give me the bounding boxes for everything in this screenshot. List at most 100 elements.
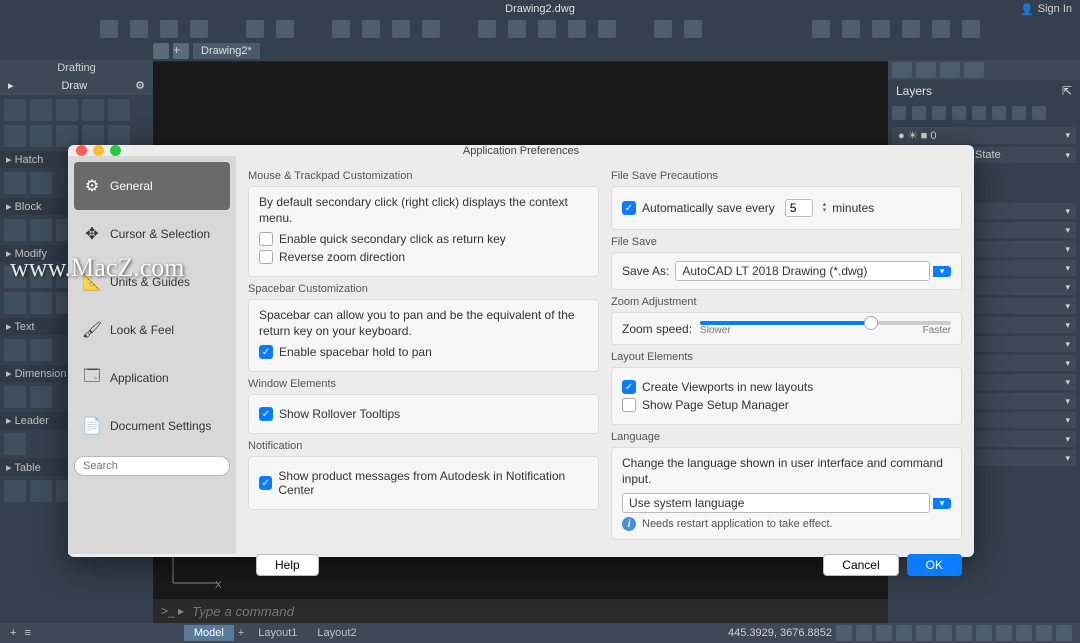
trim-icon[interactable]	[4, 292, 26, 314]
tool-e-icon[interactable]	[932, 20, 950, 38]
layer-tool-icon[interactable]	[892, 106, 906, 120]
rectangle-icon[interactable]	[82, 99, 104, 121]
plot-icon[interactable]	[362, 20, 380, 38]
draw-section[interactable]: Draw	[61, 80, 87, 92]
otrack-icon[interactable]	[916, 625, 932, 641]
mtext-icon[interactable]	[4, 339, 26, 361]
tool-d-icon[interactable]	[902, 20, 920, 38]
open-icon[interactable]	[130, 20, 148, 38]
spacebar-hold-checkbox[interactable]: ✓	[259, 345, 273, 359]
osnap-icon[interactable]	[896, 625, 912, 641]
line-icon[interactable]	[4, 99, 26, 121]
autosave-minutes-input[interactable]	[785, 199, 813, 217]
point-icon[interactable]	[56, 125, 78, 147]
xline-icon[interactable]	[108, 125, 130, 147]
cancel-button[interactable]: Cancel	[823, 554, 898, 576]
tool-f-icon[interactable]	[962, 20, 980, 38]
layer-tool-icon[interactable]	[972, 106, 986, 120]
save-format-select[interactable]: AutoCAD LT 2018 Drawing (*.dwg)	[675, 261, 930, 281]
layout-menu-icon[interactable]: ≡	[24, 627, 30, 639]
chevron-down-icon[interactable]: ▾	[933, 498, 951, 509]
transparency-icon[interactable]	[976, 625, 992, 641]
create-viewports-checkbox[interactable]: ✓	[622, 380, 636, 394]
close-icon[interactable]	[76, 145, 87, 156]
layout1-tab[interactable]: Layout1	[248, 625, 307, 641]
panel-tab-icon[interactable]	[964, 62, 984, 78]
product-messages-checkbox[interactable]: ✓	[259, 476, 272, 490]
polyline-icon[interactable]	[30, 99, 52, 121]
linear-dim-icon[interactable]	[4, 386, 26, 408]
page-setup-checkbox[interactable]	[622, 398, 636, 412]
new-doc-icon[interactable]	[100, 20, 118, 38]
command-input[interactable]	[192, 604, 880, 619]
gradient-icon[interactable]	[30, 172, 52, 194]
grid-icon[interactable]	[153, 43, 169, 59]
stepper-icon[interactable]: ▴▾	[823, 202, 827, 214]
aligned-dim-icon[interactable]	[30, 386, 52, 408]
preview-icon[interactable]	[392, 20, 410, 38]
ok-button[interactable]: OK	[907, 554, 962, 576]
tool-a-icon[interactable]	[812, 20, 830, 38]
selection-icon[interactable]	[996, 625, 1012, 641]
extend-icon[interactable]	[30, 292, 52, 314]
add-layout-icon[interactable]: +	[10, 627, 16, 639]
dynamic-icon[interactable]	[936, 625, 952, 641]
save-as-icon[interactable]	[190, 20, 208, 38]
zoom-window-icon[interactable]	[110, 145, 121, 156]
paste-special-icon[interactable]	[568, 20, 586, 38]
drawing-tab[interactable]: Drawing2*	[193, 43, 260, 59]
paste-icon[interactable]	[508, 20, 526, 38]
sidebar-item-units[interactable]: 📐Units & Guides	[74, 258, 230, 306]
redo-icon[interactable]	[276, 20, 294, 38]
layer-tool-icon[interactable]	[952, 106, 966, 120]
copy-icon[interactable]	[478, 20, 496, 38]
leader-icon[interactable]	[4, 433, 26, 455]
layer-tool-icon[interactable]	[1032, 106, 1046, 120]
ortho-icon[interactable]	[856, 625, 872, 641]
layer-tool-icon[interactable]	[1012, 106, 1026, 120]
ray-icon[interactable]	[82, 125, 104, 147]
circle-icon[interactable]	[56, 99, 78, 121]
cut-icon[interactable]	[538, 20, 556, 38]
panel-tab-icon[interactable]	[940, 62, 960, 78]
rollover-tooltips-checkbox[interactable]: ✓	[259, 407, 273, 421]
rotate-icon[interactable]	[30, 266, 52, 288]
undo-icon[interactable]	[246, 20, 264, 38]
panel-tab-icon[interactable]	[916, 62, 936, 78]
plus-tab-icon[interactable]: +	[173, 43, 189, 59]
search-input[interactable]	[74, 456, 230, 476]
autosave-checkbox[interactable]: ✓	[622, 201, 636, 215]
add-tab[interactable]: +	[234, 625, 248, 641]
pan-icon[interactable]	[684, 20, 702, 38]
ellipse-icon[interactable]	[30, 125, 52, 147]
zoom-speed-slider[interactable]	[700, 321, 951, 325]
annotation-icon[interactable]	[1016, 625, 1032, 641]
move-icon[interactable]	[4, 266, 26, 288]
layer-tool-icon[interactable]	[992, 106, 1006, 120]
panel-tab-icon[interactable]	[892, 62, 912, 78]
tool-b-icon[interactable]	[842, 20, 860, 38]
insert-icon[interactable]	[4, 219, 26, 241]
layout2-tab[interactable]: Layout2	[307, 625, 366, 641]
workspace-icon[interactable]	[1036, 625, 1052, 641]
text-icon[interactable]	[30, 339, 52, 361]
quick-click-checkbox[interactable]	[259, 232, 273, 246]
layer-tool-icon[interactable]	[932, 106, 946, 120]
clipboard-icon[interactable]	[598, 20, 616, 38]
help-button[interactable]: Help	[256, 554, 319, 576]
sidebar-item-document[interactable]: 📄Document Settings	[74, 402, 230, 450]
tool-c-icon[interactable]	[872, 20, 890, 38]
language-select[interactable]: Use system language	[622, 493, 930, 513]
layer-tool-icon[interactable]	[912, 106, 926, 120]
hatch-icon[interactable]	[4, 172, 26, 194]
lineweight-icon[interactable]	[956, 625, 972, 641]
polar-icon[interactable]	[876, 625, 892, 641]
reverse-zoom-checkbox[interactable]	[259, 250, 273, 264]
save-icon[interactable]	[160, 20, 178, 38]
sign-in-button[interactable]: 👤 Sign In	[1020, 3, 1072, 16]
sidebar-item-application[interactable]: 🗔Application	[74, 354, 230, 402]
sidebar-item-general[interactable]: ⚙General	[74, 162, 230, 210]
model-tab[interactable]: Model	[184, 625, 234, 641]
layer-select[interactable]: ● ☀ ■ 0▾	[892, 127, 1076, 144]
expand-icon[interactable]: ⇱	[1062, 84, 1072, 98]
